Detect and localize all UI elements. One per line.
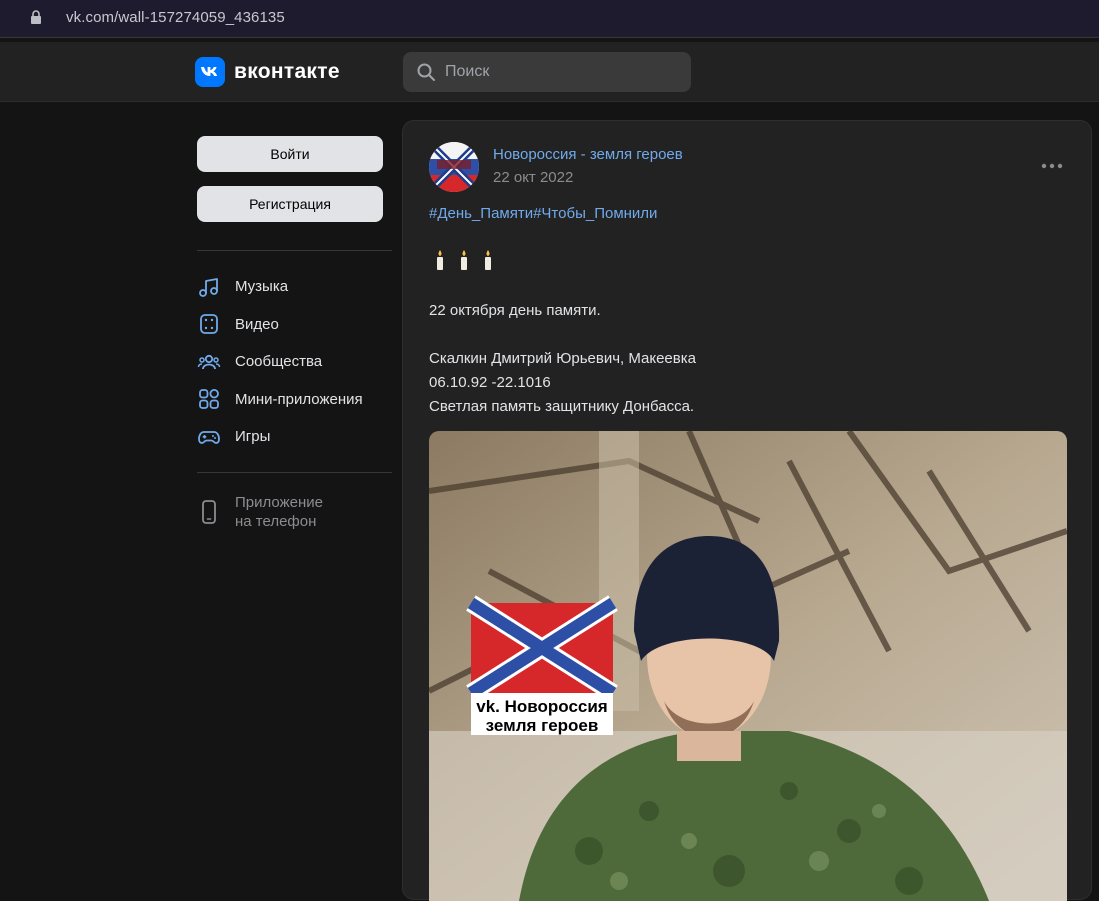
sidebar-item-music[interactable]: Музыка xyxy=(197,268,392,306)
candle-emojis xyxy=(433,249,495,271)
video-icon xyxy=(200,314,218,335)
logo-wordmark: вконтакте xyxy=(234,60,340,83)
sidebar-item-communities[interactable]: Сообщества xyxy=(197,343,392,381)
photo-caption-line1: vk. Новороссия xyxy=(476,697,607,716)
games-icon xyxy=(198,430,220,444)
mobile-app-label-line1: Приложение xyxy=(235,493,323,511)
post-text-line: 22 октября день памяти. xyxy=(429,302,601,319)
music-icon xyxy=(199,277,218,297)
candle-icon xyxy=(461,250,467,270)
site-header: вконтакте Поиск xyxy=(0,42,1099,102)
sidebar-item-games[interactable]: Игры xyxy=(197,418,392,456)
post-text: 22 октября день памяти. Скалкин Дмитрий … xyxy=(429,299,696,419)
post-date[interactable]: 22 окт 2022 xyxy=(493,169,573,186)
search-placeholder: Поиск xyxy=(445,63,490,80)
post-author-link[interactable]: Новороссия - земля героев xyxy=(493,146,683,163)
candle-icon xyxy=(437,250,443,270)
sidebar-item-label: Игры xyxy=(235,428,271,446)
vk-logo-icon xyxy=(195,57,225,87)
sidebar-divider xyxy=(197,471,392,473)
sidebar-menu: Музыка Видео Сообщества Мини-приложения … xyxy=(197,268,392,456)
browser-address-bar: vk.com/wall-157274059_436135 xyxy=(0,0,1099,38)
search-input[interactable]: Поиск xyxy=(403,52,691,92)
post-text-line: Светлая память защитнику Донбасса. xyxy=(429,398,695,415)
register-button[interactable]: Регистрация xyxy=(197,186,383,222)
wall-post: Новороссия - земля героев 22 окт 2022 #Д… xyxy=(402,120,1092,901)
sidebar-item-label: Видео xyxy=(235,315,279,333)
sidebar-item-mini-apps[interactable]: Мини-приложения xyxy=(197,381,392,419)
mini-apps-icon xyxy=(199,389,219,410)
login-button[interactable]: Войти xyxy=(197,136,383,172)
sidebar-item-label: Мини-приложения xyxy=(235,390,363,408)
left-sidebar: Войти Регистрация Музыка Видео Сообществ… xyxy=(197,136,392,531)
sidebar-divider xyxy=(197,250,392,251)
sidebar-item-label: Сообщества xyxy=(235,353,323,371)
post-text-line: Скалкин Дмитрий Юрьевич, Макеевка xyxy=(429,350,696,367)
url-text[interactable]: vk.com/wall-157274059_436135 xyxy=(66,9,285,26)
community-avatar[interactable] xyxy=(429,142,479,192)
vk-logo[interactable]: вконтакте xyxy=(195,56,340,88)
candle-icon xyxy=(485,250,491,270)
sidebar-item-video[interactable]: Видео xyxy=(197,306,392,344)
mobile-app-label: Приложение на телефон xyxy=(235,493,323,531)
communities-icon xyxy=(197,354,221,369)
post-text-line: 06.10.92 -22.1016 xyxy=(429,374,551,391)
more-options-icon[interactable] xyxy=(1041,162,1063,170)
photo-caption-line2: земля героев xyxy=(486,716,599,735)
post-hashtags[interactable]: #День_Памяти#Чтобы_Помнили xyxy=(429,205,657,222)
post-photo[interactable]: vk. Новороссия земля героев xyxy=(429,431,1067,901)
lock-icon xyxy=(31,10,41,24)
mobile-app-label-line2: на телефон xyxy=(235,512,317,530)
search-icon xyxy=(417,63,435,81)
phone-icon xyxy=(202,499,216,524)
sidebar-item-label: Музыка xyxy=(235,278,289,296)
mobile-app-link[interactable]: Приложение на телефон xyxy=(197,493,392,531)
